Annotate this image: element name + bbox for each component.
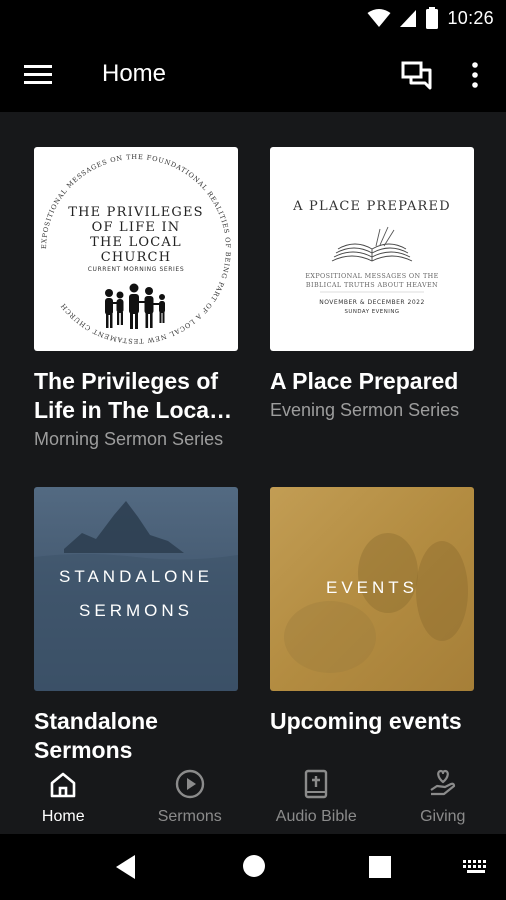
nav-item-audio-bible[interactable]: Audio Bible bbox=[253, 758, 380, 834]
back-icon[interactable] bbox=[114, 854, 138, 880]
app-bar: Home bbox=[0, 36, 506, 112]
series-title: A Place Prepared bbox=[270, 368, 459, 394]
people-silhouette-icon bbox=[105, 283, 165, 329]
series-artwork: A PLACE PREPARED EXPOSITIONAL MESSAGES O… bbox=[270, 147, 474, 351]
artwork-line: OF LIFE IN bbox=[92, 220, 181, 235]
home-circle-icon[interactable] bbox=[242, 854, 266, 878]
more-vert-icon[interactable] bbox=[464, 58, 486, 92]
status-time: 10:26 bbox=[447, 7, 494, 28]
nav-label: Giving bbox=[420, 808, 466, 825]
artwork-line: THE LOCAL bbox=[90, 235, 182, 250]
series-card[interactable]: STANDALONE SERMONS Standalone Sermons bbox=[34, 487, 238, 758]
nav-label: Home bbox=[41, 808, 85, 825]
series-artwork: EVENTS bbox=[270, 487, 474, 691]
artwork-line: EXPOSITIONAL MESSAGES ON THE bbox=[305, 272, 438, 280]
series-title: The Privileges of Life in The Local Chur… bbox=[34, 368, 219, 423]
series-artwork: STANDALONE SERMONS bbox=[34, 487, 238, 691]
artwork-line: CHURCH bbox=[101, 250, 172, 265]
series-subtitle: Morning Sermon Series bbox=[34, 429, 224, 449]
nav-label: Sermons bbox=[157, 808, 222, 825]
nav-item-sermons[interactable]: Sermons bbox=[127, 758, 254, 834]
series-card[interactable]: EXPOSITIONAL MESSAGES ON THE FOUNDATIONA… bbox=[34, 147, 238, 450]
artwork-line: SUNDAY EVENING bbox=[344, 309, 399, 315]
chat-icon[interactable] bbox=[400, 58, 434, 92]
artwork-line: CURRENT MORNING SERIES bbox=[88, 266, 184, 273]
artwork-line: THE PRIVILEGES bbox=[68, 205, 204, 220]
series-artwork: EXPOSITIONAL MESSAGES ON THE FOUNDATIONA… bbox=[34, 147, 238, 351]
play-circle-icon bbox=[175, 769, 204, 799]
recents-icon[interactable] bbox=[369, 856, 391, 878]
artwork-heading: A PLACE PREPARED bbox=[292, 199, 451, 214]
home-icon bbox=[50, 772, 76, 798]
open-book-icon bbox=[331, 226, 413, 262]
page-title: Home bbox=[102, 60, 167, 87]
bottom-nav: Home Sermons Audio Bible Giving bbox=[0, 758, 506, 834]
system-navigation-bar bbox=[0, 834, 506, 900]
nav-item-giving[interactable]: Giving bbox=[380, 758, 506, 834]
series-title: Standalone Sermons bbox=[34, 708, 158, 758]
artwork-line: STANDALONE bbox=[59, 567, 213, 586]
status-bar: 10:26 bbox=[0, 0, 506, 36]
nav-label: Audio Bible bbox=[275, 808, 357, 825]
series-card[interactable]: A PLACE PREPARED EXPOSITIONAL MESSAGES O… bbox=[270, 147, 474, 421]
series-subtitle: Evening Sermon Series bbox=[270, 400, 460, 420]
artwork-line: NOVEMBER & DECEMBER 2022 bbox=[319, 299, 425, 306]
keyboard-icon[interactable] bbox=[462, 858, 490, 876]
series-card[interactable]: EVENTS Upcoming events bbox=[270, 487, 474, 736]
nav-item-home[interactable]: Home bbox=[0, 758, 127, 834]
wifi-icon bbox=[367, 9, 391, 27]
giving-icon bbox=[430, 769, 455, 796]
bible-icon bbox=[305, 769, 328, 799]
menu-icon[interactable] bbox=[22, 60, 56, 90]
battery-icon bbox=[426, 7, 439, 29]
series-title: Upcoming events bbox=[270, 708, 462, 734]
cell-signal-icon bbox=[400, 10, 417, 27]
series-grid: EXPOSITIONAL MESSAGES ON THE FOUNDATIONA… bbox=[0, 112, 506, 758]
artwork-line: SERMONS bbox=[79, 601, 193, 620]
artwork-line: BIBLICAL TRUTHS ABOUT HEAVEN bbox=[306, 281, 438, 289]
artwork-line: EVENTS bbox=[325, 578, 419, 597]
